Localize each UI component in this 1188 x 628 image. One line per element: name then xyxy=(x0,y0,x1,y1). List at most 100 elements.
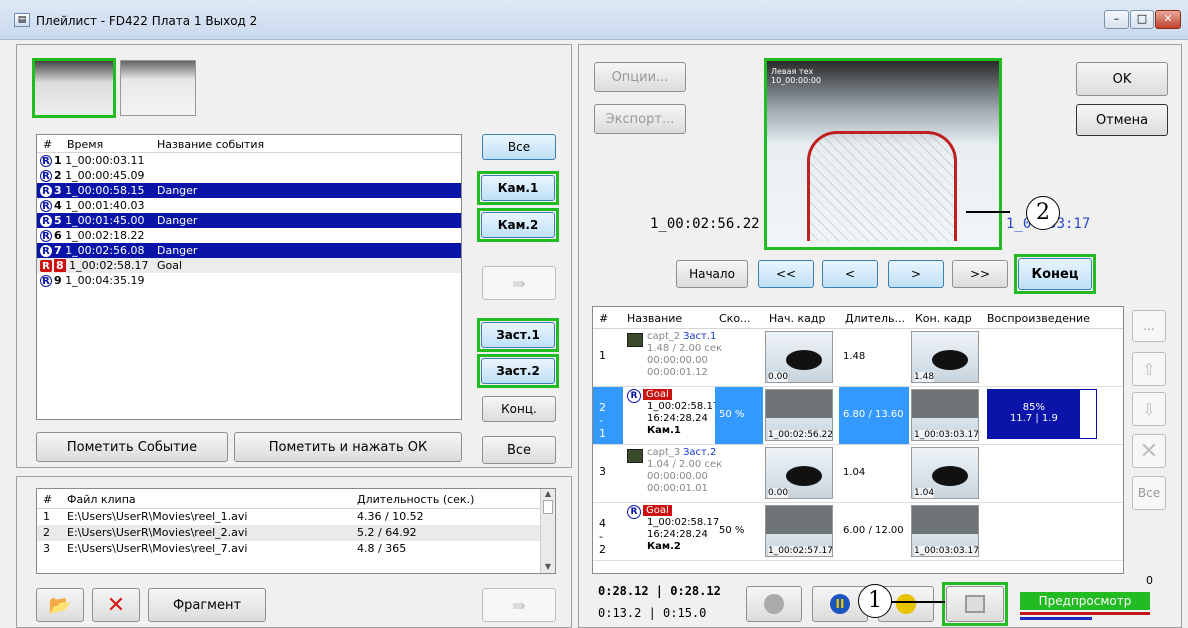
event-row[interactable]: R2 1_00:00:45.09 xyxy=(37,168,461,183)
playlist-row[interactable]: 4 - 2 R Goal 1_00:02:58.17 16:24:28.24 Ка… xyxy=(593,503,1123,561)
event-number: 1 xyxy=(54,154,62,167)
event-name: Danger xyxy=(157,214,198,227)
playlist-row[interactable]: 2 - 1 R Goal 1_00:02:58.17 16:24:28.24 Ка… xyxy=(593,387,1123,445)
more-button[interactable]: ... xyxy=(1132,310,1166,342)
col-pl-name[interactable]: Название xyxy=(627,312,682,325)
export-button[interactable]: Экспорт... xyxy=(594,104,686,134)
playlist-row[interactable]: 1 capt_2 Заст.1 1.48 / 2.00 сек 00:00:00.… xyxy=(593,329,1123,387)
video-caption: Левая тех 10_00:00:00 xyxy=(771,67,822,85)
playlist-duration: 1.04 xyxy=(843,467,866,478)
end-frame-thumbnail[interactable]: 1.48 xyxy=(911,331,979,383)
clip-row[interactable]: 3 E:\Users\UserR\Movies\reel_7.avi 4.8 / 3… xyxy=(37,541,555,557)
cam1-button[interactable]: Кам.1 xyxy=(481,175,555,201)
event-marker-icon: R xyxy=(40,260,52,272)
cancel-button[interactable]: Отмена xyxy=(1076,104,1168,136)
col-pl-playback[interactable]: Воспроизведение xyxy=(987,312,1090,325)
caption-tag: Заст.2 xyxy=(683,447,717,458)
end-frame-thumbnail[interactable]: 1.04 xyxy=(911,447,979,499)
event-row[interactable]: R3 1_00:00:58.15 Danger xyxy=(37,183,461,198)
col-pl-start[interactable]: Нач. кадр xyxy=(769,312,825,325)
clips-scrollbar[interactable]: ▲ ▼ xyxy=(540,489,555,573)
event-row[interactable]: R6 1_00:02:18.22 xyxy=(37,228,461,243)
playlist-info-1: 1.48 / 2.00 сек xyxy=(647,343,723,354)
col-clip-duration[interactable]: Длительность (сек.) xyxy=(357,493,474,506)
col-event-name[interactable]: Название события xyxy=(157,138,264,151)
all-button-2[interactable]: Все xyxy=(482,436,556,464)
start-frame-thumbnail[interactable]: 1_00:02:56.22 xyxy=(765,389,833,441)
end-button[interactable]: Конец xyxy=(1018,258,1092,290)
fast-forward-button[interactable]: >> xyxy=(952,260,1008,288)
move-down-icon[interactable]: ⇩ xyxy=(1132,392,1166,426)
mark-event-button[interactable]: Пометить Событие xyxy=(36,432,228,462)
options-button[interactable]: Опции... xyxy=(594,62,686,92)
col-time[interactable]: Время xyxy=(67,138,103,151)
all-cameras-button[interactable]: Все xyxy=(482,134,556,160)
mark-and-ok-button[interactable]: Пометить и нажать ОК xyxy=(234,432,462,462)
playlist-number: 1 xyxy=(599,349,606,362)
event-row[interactable]: R4 1_00:01:40.03 xyxy=(37,198,461,213)
delete-icon[interactable]: ✕ xyxy=(92,588,140,622)
event-row[interactable]: R5 1_00:01:45.00 Danger xyxy=(37,213,461,228)
add-clip-icon[interactable]: ⇛ xyxy=(482,588,556,622)
callout-2: 2 xyxy=(1026,196,1060,230)
preview-toggle-button[interactable] xyxy=(946,586,1004,622)
all-remove-button[interactable]: Все xyxy=(1132,476,1166,510)
events-list[interactable]: # Время Название события R1 1_00:00:03.1… xyxy=(36,134,462,420)
clip-number: 2 xyxy=(43,526,50,539)
cam2-button[interactable]: Кам.2 xyxy=(481,212,555,238)
event-row[interactable]: R1 1_00:00:03.11 xyxy=(37,153,461,168)
close-button[interactable]: ✕ xyxy=(1155,10,1181,29)
end-frame-thumbnail[interactable]: 1_00:03:03.17 xyxy=(911,505,979,557)
col-pl-speed[interactable]: Ско... xyxy=(719,312,751,325)
clip-duration: 5.2 / 64.92 xyxy=(357,526,417,539)
col-number[interactable]: # xyxy=(43,138,52,151)
camera-thumb-2[interactable] xyxy=(120,60,196,116)
clip-row[interactable]: 2 E:\Users\UserR\Movies\reel_2.avi 5.2 / 6… xyxy=(37,525,555,541)
col-clip-file[interactable]: Файл клипа xyxy=(67,493,136,506)
event-time: 1_00:01:40.03 xyxy=(65,199,145,212)
scroll-up-icon[interactable]: ▲ xyxy=(541,489,555,498)
start-button[interactable]: Начало xyxy=(676,260,748,288)
zast2-button[interactable]: Заст.2 xyxy=(481,358,555,384)
preview-icon xyxy=(965,595,985,613)
playlist-duration: 6.80 / 13.60 xyxy=(843,409,904,420)
clips-list[interactable]: # Файл клипа Длительность (сек.) 1 E:\Use… xyxy=(36,488,556,574)
playback-label: 85% 11.7 | 1.9 xyxy=(1009,402,1058,424)
minimize-button[interactable]: – xyxy=(1104,10,1129,29)
playlist-speed: 50 % xyxy=(719,525,745,536)
add-folder-icon[interactable]: 📂 xyxy=(36,588,84,622)
film-icon xyxy=(627,449,643,463)
konc-button[interactable]: Конц. xyxy=(482,396,556,422)
scroll-down-icon[interactable]: ▼ xyxy=(541,562,555,571)
ok-button[interactable]: OK xyxy=(1076,62,1168,96)
event-row[interactable]: R7 1_00:02:56.08 Danger xyxy=(37,243,461,258)
add-to-playlist-icon[interactable]: ⇛ xyxy=(482,266,556,300)
rewind-button[interactable]: << xyxy=(758,260,814,288)
start-frame-thumbnail[interactable]: 0.00 xyxy=(765,447,833,499)
move-up-icon[interactable]: ⇧ xyxy=(1132,352,1166,386)
pause-icon: II xyxy=(830,594,850,614)
end-frame-thumbnail[interactable]: 1_00:03:03.17 xyxy=(911,389,979,441)
next-frame-button[interactable]: > xyxy=(888,260,944,288)
maximize-button[interactable]: □ xyxy=(1130,10,1154,29)
remove-icon[interactable]: ✕ xyxy=(1132,434,1166,468)
clip-row[interactable]: 1 E:\Users\UserR\Movies\reel_1.avi 4.36 / … xyxy=(37,509,555,525)
event-row[interactable]: R9 1_00:04:35.19 xyxy=(37,273,461,288)
col-pl-duration[interactable]: Длитель... xyxy=(845,312,905,325)
fragment-button[interactable]: Фрагмент xyxy=(148,588,266,622)
event-row[interactable]: R8 1_00:02:58.17 Goal xyxy=(37,258,461,273)
col-pl-number[interactable]: # xyxy=(599,312,608,325)
event-name: Goal xyxy=(157,259,183,272)
prev-frame-button[interactable]: < xyxy=(822,260,878,288)
event-name: Danger xyxy=(157,184,198,197)
col-clip-number[interactable]: # xyxy=(43,493,52,506)
col-pl-end[interactable]: Кон. кадр xyxy=(915,312,972,325)
scroll-thumb[interactable] xyxy=(543,500,553,514)
playlist-row[interactable]: 3 capt_3 Заст.2 1.04 / 2.00 сек 00:00:00.… xyxy=(593,445,1123,503)
start-frame-thumbnail[interactable]: 1_00:02:57.17 xyxy=(765,505,833,557)
play-button[interactable] xyxy=(746,586,802,622)
playlist-table[interactable]: # Название Ско... Нач. кадр Длитель... К… xyxy=(592,306,1124,574)
zast1-button[interactable]: Заст.1 xyxy=(481,322,555,348)
camera-thumb-1[interactable] xyxy=(32,58,116,118)
start-frame-thumbnail[interactable]: 0.00 xyxy=(765,331,833,383)
